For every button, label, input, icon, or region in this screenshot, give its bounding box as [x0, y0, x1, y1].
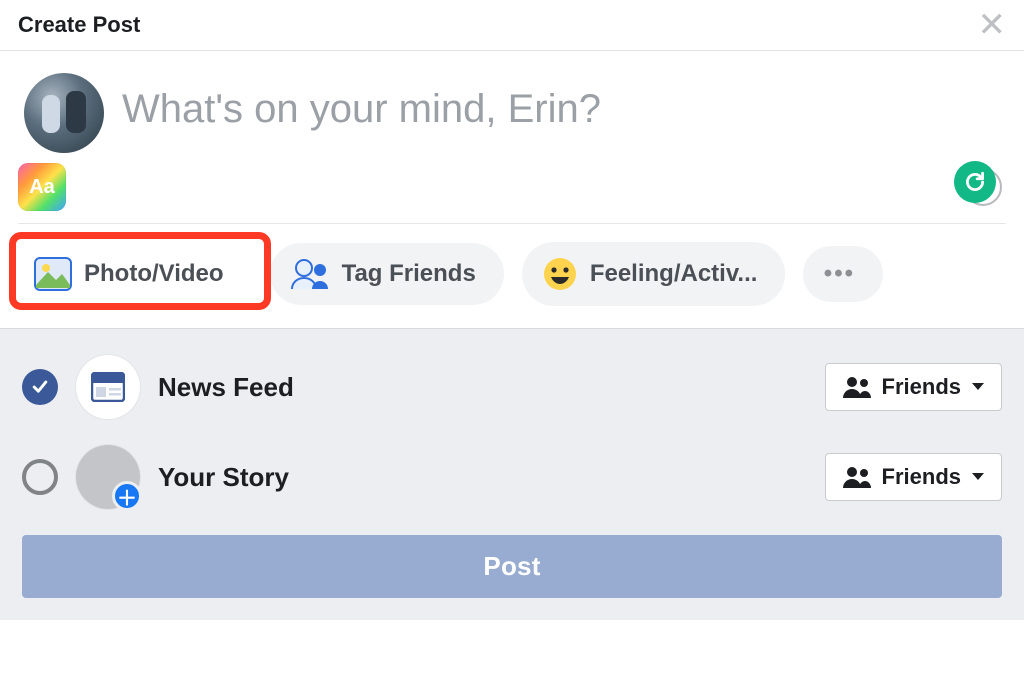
add-story-icon: ＋ [112, 481, 142, 511]
photo-video-button[interactable]: Photo/Video [14, 243, 252, 305]
your-story-radio[interactable] [22, 459, 58, 495]
feeling-activity-button[interactable]: Feeling/Activ... [522, 242, 786, 306]
close-icon[interactable]: ✕ [978, 8, 1007, 42]
photo-video-label: Photo/Video [84, 260, 224, 288]
tag-friends-label: Tag Friends [342, 260, 476, 288]
grammarly-icon[interactable] [954, 161, 996, 203]
friends-icon [842, 466, 872, 488]
background-color-label: Aa [29, 176, 55, 199]
caret-down-icon [971, 472, 985, 482]
tag-friends-button[interactable]: Tag Friends [270, 243, 504, 305]
user-avatar[interactable] [24, 73, 104, 153]
feeling-icon [542, 256, 578, 292]
post-button[interactable]: Post [22, 535, 1002, 598]
your-story-privacy-button[interactable]: Friends [825, 453, 1002, 501]
friends-icon [842, 376, 872, 398]
more-options-button[interactable]: ••• [803, 246, 883, 302]
news-feed-privacy-label: Friends [882, 374, 961, 400]
your-story-label: Your Story [158, 462, 289, 493]
news-feed-privacy-button[interactable]: Friends [825, 363, 1002, 411]
photo-icon [34, 257, 72, 291]
tag-friends-icon [290, 257, 330, 291]
your-story-avatar[interactable]: ＋ [76, 445, 140, 509]
more-options-label: ••• [824, 260, 855, 288]
your-story-privacy-label: Friends [882, 464, 961, 490]
news-feed-label: News Feed [158, 372, 294, 403]
feeling-activity-label: Feeling/Activ... [590, 260, 758, 288]
caret-down-icon [971, 382, 985, 392]
dialog-title: Create Post [18, 12, 140, 38]
background-color-button[interactable]: Aa [18, 163, 66, 211]
news-feed-icon [76, 355, 140, 419]
news-feed-radio[interactable] [22, 369, 58, 405]
post-text-input[interactable] [122, 73, 1000, 132]
